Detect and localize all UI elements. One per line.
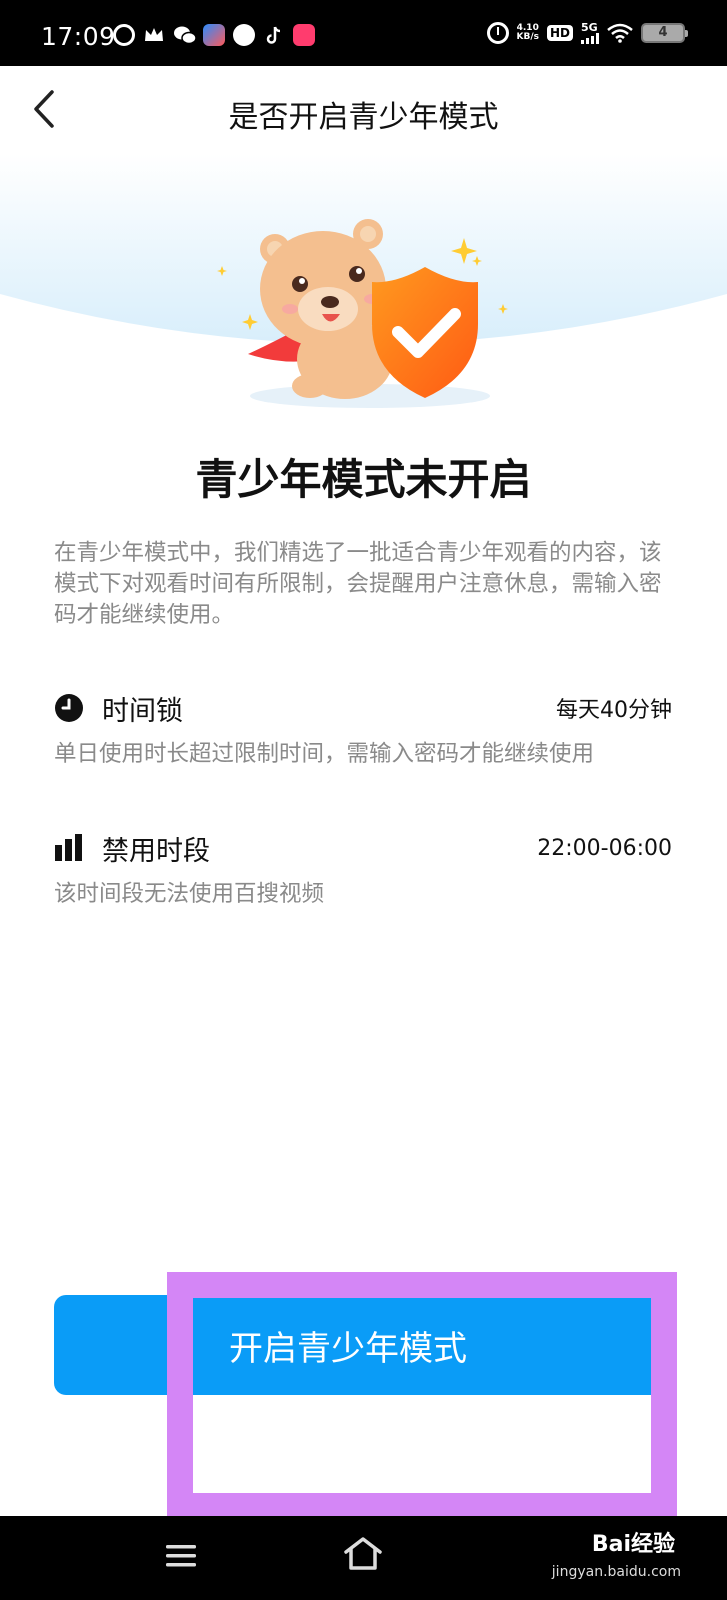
bar-chart-icon: [55, 834, 82, 861]
system-nav-bar: Bai经验 jingyan.baidu.com: [0, 1516, 727, 1600]
home-icon[interactable]: [342, 1536, 384, 1572]
clock-icon: [55, 694, 83, 722]
watermark-logo: Bai经验: [591, 1532, 675, 1557]
video-app-icon: [113, 24, 135, 46]
feature-title: 禁用时段: [102, 835, 210, 867]
notification-icons: [113, 24, 315, 46]
feature-value: 每天40分钟: [556, 698, 672, 723]
crown-icon: [143, 24, 165, 46]
status-time: 17:09: [41, 22, 116, 51]
net-speed-unit: KB/s: [516, 32, 539, 42]
status-bar: 17:09 4.10 KB/s HD 5G 4: [0, 0, 727, 66]
feature-description: 该时间段无法使用百搜视频: [54, 881, 325, 907]
bear-shield-illustration: [0, 154, 727, 408]
top-app-bar: 是否开启青少年模式: [0, 66, 727, 154]
feature-value: 22:00-06:00: [537, 835, 672, 861]
alarm-icon: [486, 22, 509, 44]
hero-banner: [0, 154, 727, 414]
tiktok-icon: [263, 24, 285, 46]
battery-indicator: 4: [641, 23, 688, 43]
status-heading: 青少年模式未开启: [195, 455, 532, 504]
wifi-icon: [607, 23, 633, 43]
hd-badge: HD: [546, 25, 573, 41]
signal-bars-icon: [581, 33, 599, 44]
net-speed: 4.10 KB/s: [517, 24, 539, 42]
wechat-icon: [173, 24, 197, 46]
compass-icon: [233, 24, 255, 46]
status-right-group: 4.10 KB/s HD 5G 4: [486, 22, 688, 44]
network-type: 5G: [581, 21, 598, 34]
photo-app-icon: [293, 24, 315, 46]
app-icon: [203, 24, 225, 46]
menu-icon[interactable]: [166, 1544, 196, 1568]
feature-description: 单日使用时长超过限制时间，需输入密码才能继续使用: [54, 741, 595, 767]
feature-title: 时间锁: [102, 695, 183, 727]
enable-teen-mode-button[interactable]: 开启青少年模式: [54, 1295, 672, 1395]
watermark-url: jingyan.baidu.com: [551, 1564, 681, 1580]
mode-description: 在青少年模式中，我们精选了一批适合青少年观看的内容，该模式下对观看时间有所限制，…: [54, 540, 662, 628]
page-title: 是否开启青少年模式: [228, 100, 499, 135]
feature-blocked-period: 禁用时段 22:00-06:00 该时间段无法使用百搜视频: [54, 830, 672, 908]
feature-time-lock: 时间锁 每天40分钟 单日使用时长超过限制时间，需输入密码才能继续使用: [54, 690, 672, 768]
highlight-blank-area: [193, 1395, 651, 1493]
signal-indicator: 5G: [581, 22, 599, 44]
